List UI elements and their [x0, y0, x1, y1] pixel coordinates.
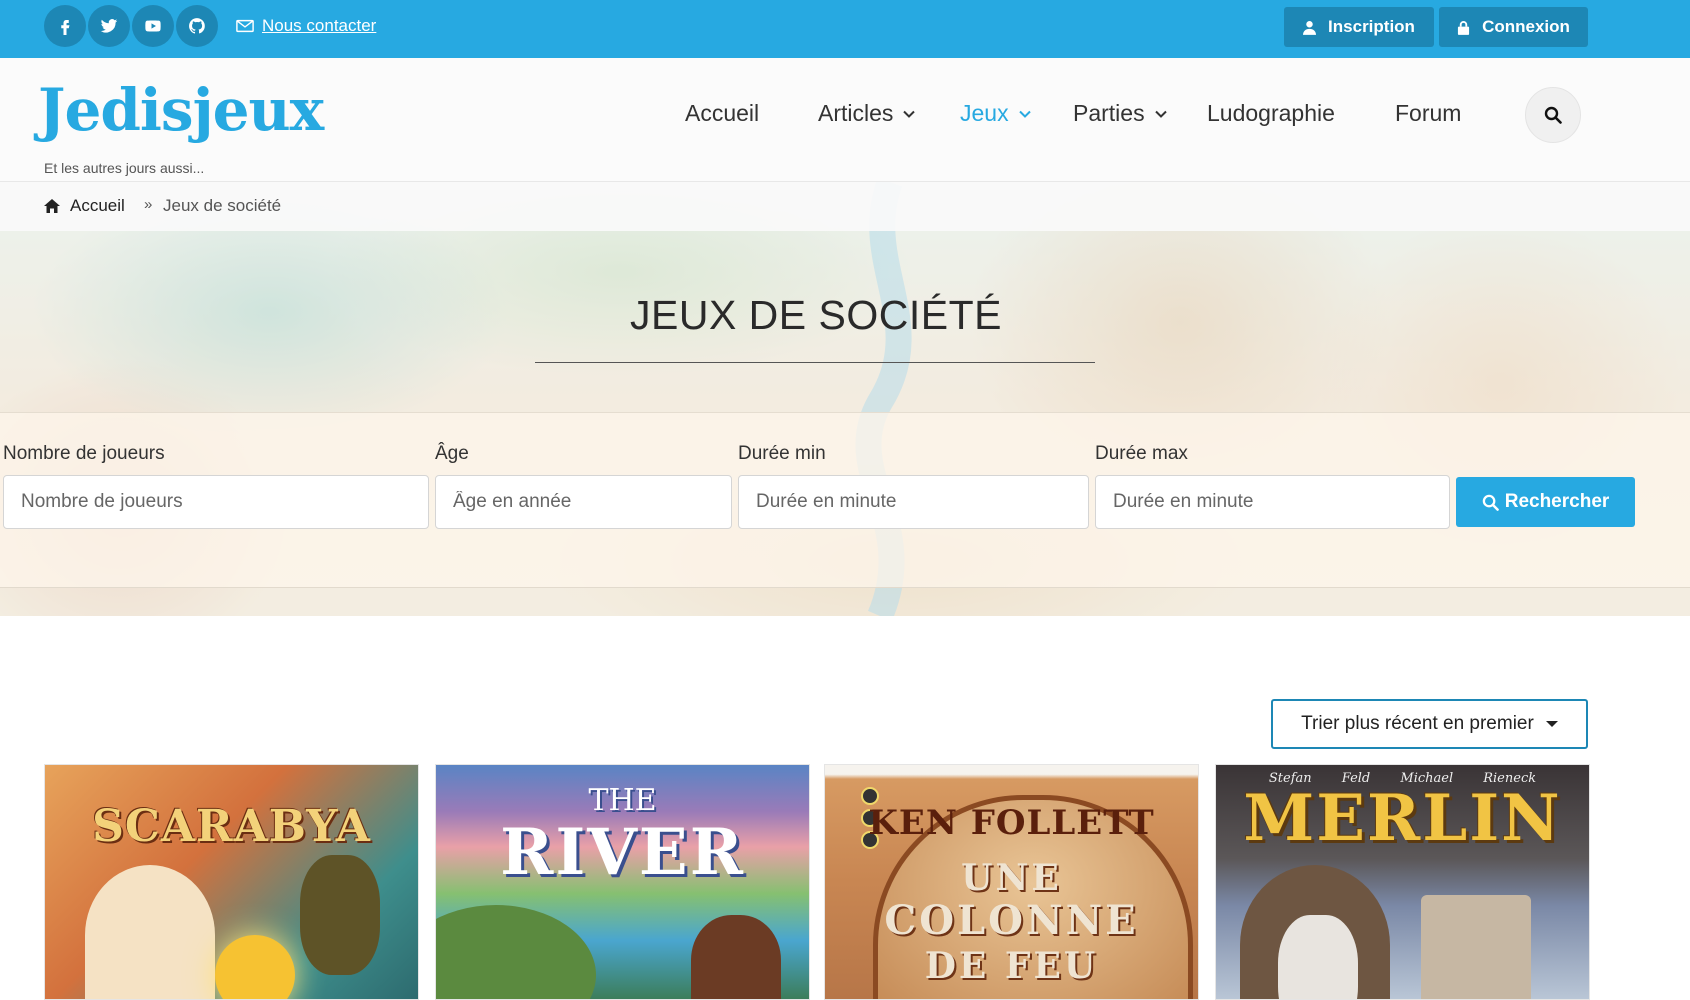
- breadcrumb: Accueil » Jeux de société: [0, 182, 1690, 231]
- search-submit-label: Rechercher: [1504, 491, 1610, 512]
- search-submit-button[interactable]: Rechercher: [1456, 477, 1635, 527]
- duration-max-label: Durée max: [1095, 443, 1188, 464]
- nav-label: Parties: [1073, 100, 1145, 126]
- game-cover: KEN FOLLETT UNE COLONNE DE FEU: [825, 765, 1198, 999]
- age-label: Âge: [435, 443, 469, 464]
- contact-label: Nous contacter: [262, 16, 377, 35]
- github-icon[interactable]: [176, 5, 218, 47]
- game-cover-title: RIVER: [500, 815, 745, 890]
- nav-item-forum[interactable]: Forum: [1395, 100, 1461, 127]
- hero-banner: Accueil » Jeux de société JEUX DE SOCIÉT…: [0, 182, 1690, 616]
- game-cover-title: SCARABYA: [92, 801, 371, 852]
- game-card-scarabya[interactable]: SCARABYA: [44, 764, 419, 1000]
- nav-label: Jeux: [960, 100, 1009, 126]
- game-cover: SCARABYA: [45, 765, 418, 999]
- youtube-icon[interactable]: [132, 5, 174, 47]
- breadcrumb-home[interactable]: Accueil: [44, 196, 125, 216]
- game-card-the-river[interactable]: THE RIVER: [435, 764, 810, 1000]
- twitter-icon[interactable]: [88, 5, 130, 47]
- nav-label: Forum: [1395, 100, 1462, 126]
- sort-label: Trier plus récent en premier: [1301, 713, 1534, 734]
- login-button[interactable]: Connexion: [1439, 7, 1588, 47]
- nav-item-parties[interactable]: Parties: [1073, 100, 1167, 127]
- envelope-icon: [236, 19, 254, 33]
- search-icon: [1482, 494, 1499, 511]
- game-cover-subtitle: THE: [588, 783, 657, 818]
- game-cover: Stefan Feld Michael Rieneck MERLIN: [1216, 765, 1589, 999]
- sort-dropdown[interactable]: Trier plus récent en premier: [1271, 699, 1588, 749]
- game-cover-title-line: DE FEU: [924, 945, 1099, 987]
- breadcrumb-current: Jeux de société: [163, 196, 282, 215]
- search-icon: [1544, 106, 1562, 124]
- game-card-une-colonne-de-feu[interactable]: KEN FOLLETT UNE COLONNE DE FEU: [824, 764, 1199, 1000]
- game-cover-title: MERLIN: [1243, 781, 1562, 856]
- signup-button[interactable]: Inscription: [1284, 7, 1434, 47]
- breadcrumb-home-label: Accueil: [70, 196, 125, 215]
- nav-item-articles[interactable]: Articles: [818, 100, 916, 127]
- top-bar: Nous contacter Inscription Connexion: [0, 0, 1690, 58]
- login-label: Connexion: [1482, 17, 1570, 36]
- nav-label: Ludographie: [1207, 100, 1335, 126]
- lock-icon: [1458, 20, 1470, 35]
- site-header: Jedisjeux Et les autres jours aussi... A…: [0, 58, 1690, 182]
- breadcrumb-separator: »: [144, 196, 153, 213]
- site-logo[interactable]: Jedisjeux: [38, 76, 324, 144]
- duration-min-label: Durée min: [738, 443, 826, 464]
- players-input[interactable]: [3, 475, 429, 529]
- header-search-button[interactable]: [1525, 87, 1581, 143]
- players-label: Nombre de joueurs: [3, 443, 165, 464]
- game-card-merlin[interactable]: Stefan Feld Michael Rieneck MERLIN: [1215, 764, 1590, 1000]
- signup-label: Inscription: [1328, 17, 1415, 36]
- title-underline: [535, 362, 1095, 363]
- nav-item-accueil[interactable]: Accueil: [685, 100, 759, 127]
- chevron-down-icon: [903, 110, 916, 118]
- home-icon: [44, 199, 60, 213]
- filter-form: Nombre de joueurs Âge Durée min Durée ma…: [0, 412, 1690, 588]
- nav-item-jeux[interactable]: Jeux: [960, 100, 1031, 127]
- page-title: JEUX DE SOCIÉTÉ: [629, 292, 1002, 338]
- age-input[interactable]: [435, 475, 732, 529]
- site-tagline: Et les autres jours aussi...: [44, 160, 205, 176]
- duration-max-input[interactable]: [1095, 475, 1450, 529]
- user-icon: [1303, 20, 1317, 35]
- facebook-icon[interactable]: [44, 5, 86, 47]
- caret-down-icon: [1545, 721, 1558, 727]
- nav-label: Articles: [818, 100, 894, 126]
- game-cover: THE RIVER: [436, 765, 809, 999]
- nav-item-ludographie[interactable]: Ludographie: [1207, 100, 1335, 127]
- game-cover-title-line: COLONNE: [884, 897, 1139, 944]
- chevron-down-icon: [1154, 110, 1167, 118]
- duration-min-input[interactable]: [738, 475, 1089, 529]
- game-cover-author: KEN FOLLETT: [868, 803, 1155, 843]
- nav-label: Accueil: [685, 100, 760, 126]
- game-cover-title-line: UNE: [961, 857, 1062, 899]
- chevron-down-icon: [1018, 110, 1031, 118]
- contact-link[interactable]: Nous contacter: [236, 16, 376, 36]
